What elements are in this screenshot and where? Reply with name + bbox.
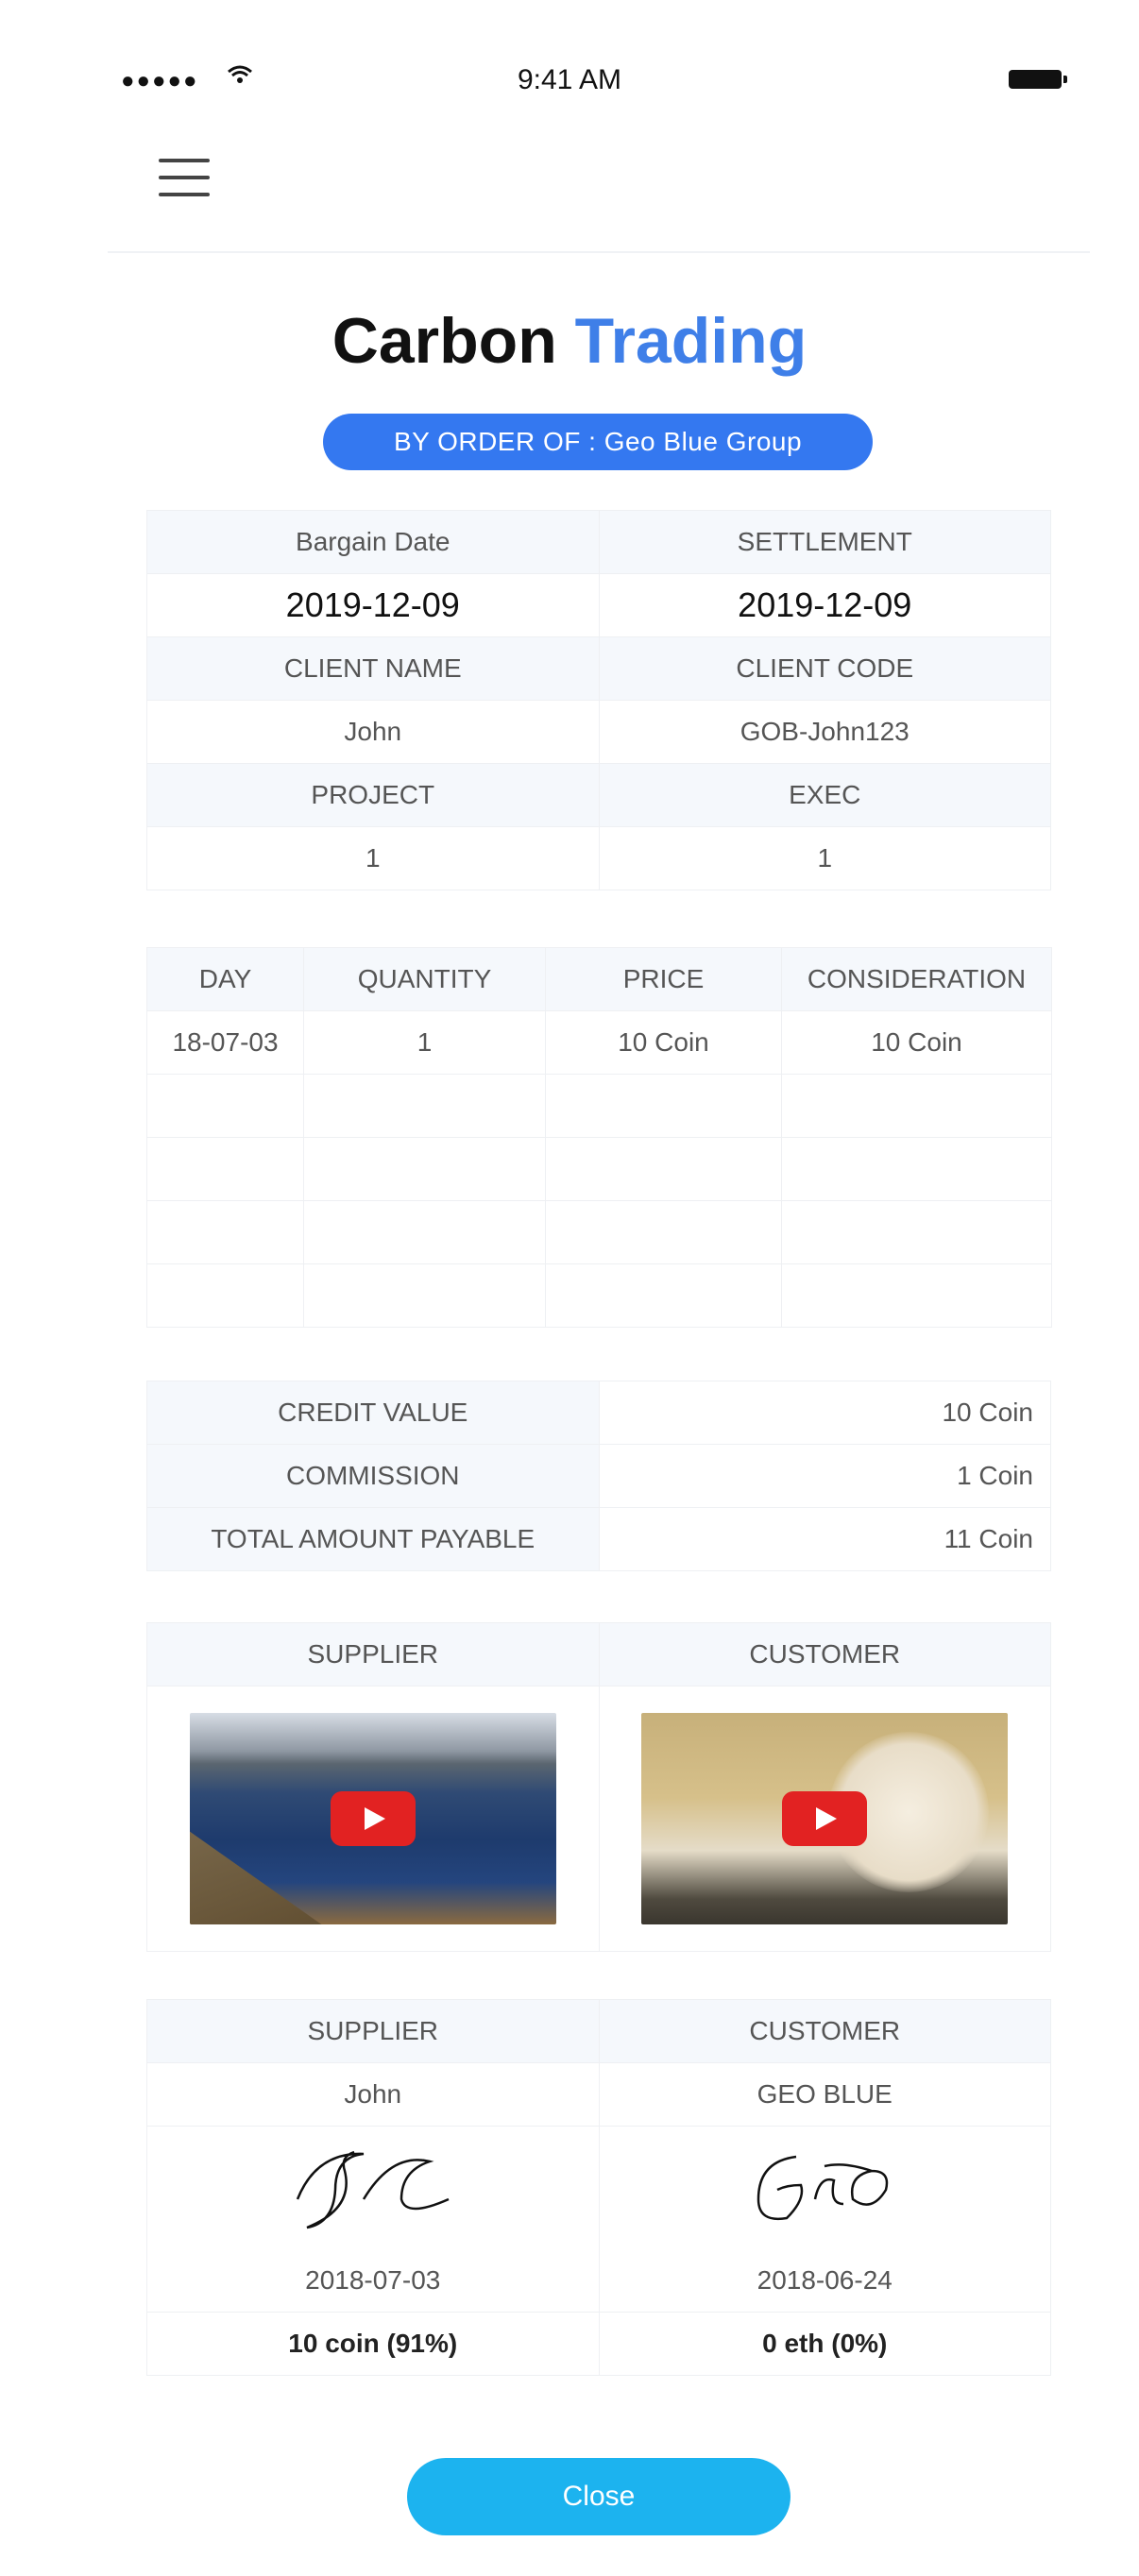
party-supplier-label: SUPPLIER <box>146 1999 600 2063</box>
supplier-name: John <box>146 2062 600 2127</box>
supplier-signature <box>296 2150 450 2229</box>
table-row: 18-07-03 1 10 Coin 10 Coin <box>146 1010 1052 1075</box>
client-code-label: CLIENT CODE <box>598 636 1051 701</box>
client-name-label: CLIENT NAME <box>146 636 600 701</box>
exec-value: 1 <box>598 826 1051 890</box>
credit-value-label: CREDIT VALUE <box>146 1381 600 1445</box>
total-payable-value: 11 Coin <box>598 1507 1051 1571</box>
bargain-date-value: 2019-12-09 <box>146 573 600 637</box>
party-customer-label: CUSTOMER <box>598 1999 1051 2063</box>
customer-signature-date: 2018-06-24 <box>598 2249 1051 2313</box>
client-name-value: John <box>146 700 600 764</box>
trade-consideration: 10 Coin <box>781 1010 1052 1075</box>
play-icon[interactable] <box>782 1791 868 1846</box>
customer-video-thumbnail[interactable] <box>641 1713 1009 1924</box>
supplier-video-thumbnail[interactable] <box>189 1713 556 1924</box>
project-label: PROJECT <box>146 763 600 827</box>
header-divider <box>108 251 1090 253</box>
bargain-date-label: Bargain Date <box>146 510 600 574</box>
trades-header-quantity: QUANTITY <box>303 947 546 1011</box>
client-code-value: GOB-John123 <box>598 700 1051 764</box>
empty-row <box>146 1137 1052 1201</box>
customer-name: GEO BLUE <box>598 2062 1051 2127</box>
trade-quantity: 1 <box>303 1010 546 1075</box>
trades-header-consideration: CONSIDERATION <box>781 947 1052 1011</box>
play-icon[interactable] <box>330 1791 416 1846</box>
commission-value: 1 Coin <box>598 1444 1051 1508</box>
trades-table: DAY QUANTITY PRICE CONSIDERATION 18-07-0… <box>146 947 1052 1328</box>
trade-price: 10 Coin <box>545 1010 782 1075</box>
title-part-2: Trading <box>574 305 808 377</box>
trades-header-day: DAY <box>146 947 304 1011</box>
supplier-amount: 10 coin (91%) <box>146 2312 600 2376</box>
empty-row <box>146 1200 1052 1264</box>
video-customer-label: CUSTOMER <box>598 1622 1051 1686</box>
menu-icon[interactable] <box>159 159 210 198</box>
page-title: Carbon Trading <box>0 304 1139 378</box>
close-button[interactable]: Close <box>407 2458 790 2535</box>
trades-header-price: PRICE <box>545 947 782 1011</box>
status-bar: ●●●●● 9:41 AM <box>0 57 1139 104</box>
settlement-value: 2019-12-09 <box>598 573 1051 637</box>
battery-icon <box>1009 70 1067 89</box>
clock-time: 9:41 AM <box>517 64 622 95</box>
supplier-signature-date: 2018-07-03 <box>146 2249 600 2313</box>
trade-info-table: Bargain Date SETTLEMENT 2019-12-09 2019-… <box>146 510 1051 890</box>
customer-signature <box>756 2155 889 2220</box>
project-value: 1 <box>146 826 600 890</box>
video-supplier-label: SUPPLIER <box>146 1622 600 1686</box>
parties-table: SUPPLIER CUSTOMER John GEO BLUE 2018-07-… <box>146 1999 1051 2376</box>
exec-label: EXEC <box>598 763 1051 827</box>
video-table: SUPPLIER CUSTOMER <box>146 1622 1051 1952</box>
credit-value: 10 Coin <box>598 1381 1051 1445</box>
empty-row <box>146 1263 1052 1328</box>
empty-row <box>146 1074 1052 1138</box>
title-part-1: Carbon <box>332 305 557 377</box>
total-payable-label: TOTAL AMOUNT PAYABLE <box>146 1507 600 1571</box>
commission-label: COMMISSION <box>146 1444 600 1508</box>
summary-table: CREDIT VALUE 10 Coin COMMISSION 1 Coin T… <box>146 1381 1051 1571</box>
order-badge: BY ORDER OF : Geo Blue Group <box>323 414 873 470</box>
customer-amount: 0 eth (0%) <box>598 2312 1051 2376</box>
trade-day: 18-07-03 <box>146 1010 304 1075</box>
settlement-label: SETTLEMENT <box>598 510 1051 574</box>
